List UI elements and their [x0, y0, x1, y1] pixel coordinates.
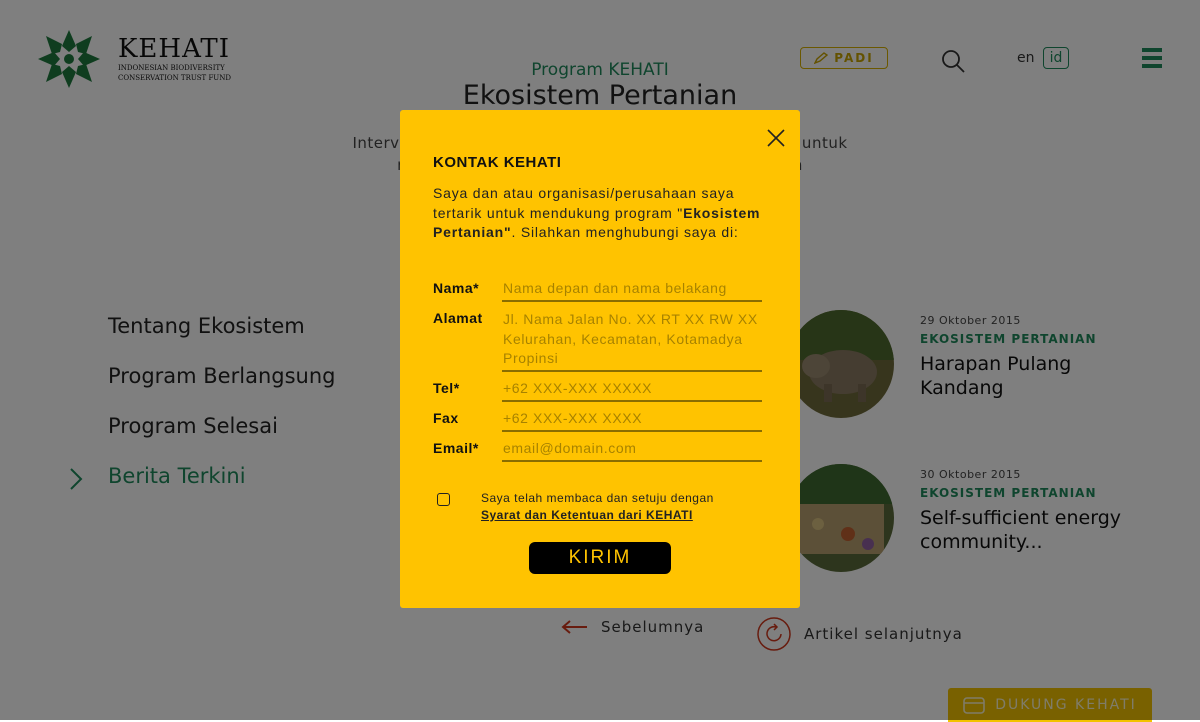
desc-suffix: . Silahkan menghubungi saya di:: [511, 224, 739, 240]
email-input[interactable]: [502, 440, 762, 462]
alamat-label: Alamat: [433, 310, 483, 326]
fax-input[interactable]: [502, 410, 762, 432]
close-icon[interactable]: [766, 128, 786, 148]
tel-input[interactable]: [502, 380, 762, 402]
modal-description: Saya dan atau organisasi/perusahaan saya…: [433, 184, 763, 243]
tel-field-row: Tel*: [433, 380, 763, 402]
nama-field-row: Nama*: [433, 280, 763, 302]
email-field-row: Email*: [433, 440, 763, 462]
nama-input[interactable]: [502, 280, 762, 302]
nama-label: Nama*: [433, 280, 480, 296]
consent-statement: Saya telah membaca dan setuju dengan: [481, 491, 714, 505]
kirim-button[interactable]: KIRIM: [529, 542, 671, 574]
consent-text: Saya telah membaca dan setuju dengan Sya…: [481, 490, 714, 524]
alamat-input[interactable]: [502, 310, 762, 372]
terms-link[interactable]: Syarat dan Ketentuan dari KEHATI: [481, 508, 693, 522]
contact-modal: KONTAK KEHATI Saya dan atau organisasi/p…: [400, 110, 800, 608]
modal-title: KONTAK KEHATI: [433, 154, 562, 171]
email-label: Email*: [433, 440, 479, 456]
fax-label: Fax: [433, 410, 459, 426]
tel-label: Tel*: [433, 380, 460, 396]
consent-checkbox[interactable]: [437, 493, 450, 506]
alamat-field-row: Alamat: [433, 310, 763, 372]
fax-field-row: Fax: [433, 410, 763, 432]
